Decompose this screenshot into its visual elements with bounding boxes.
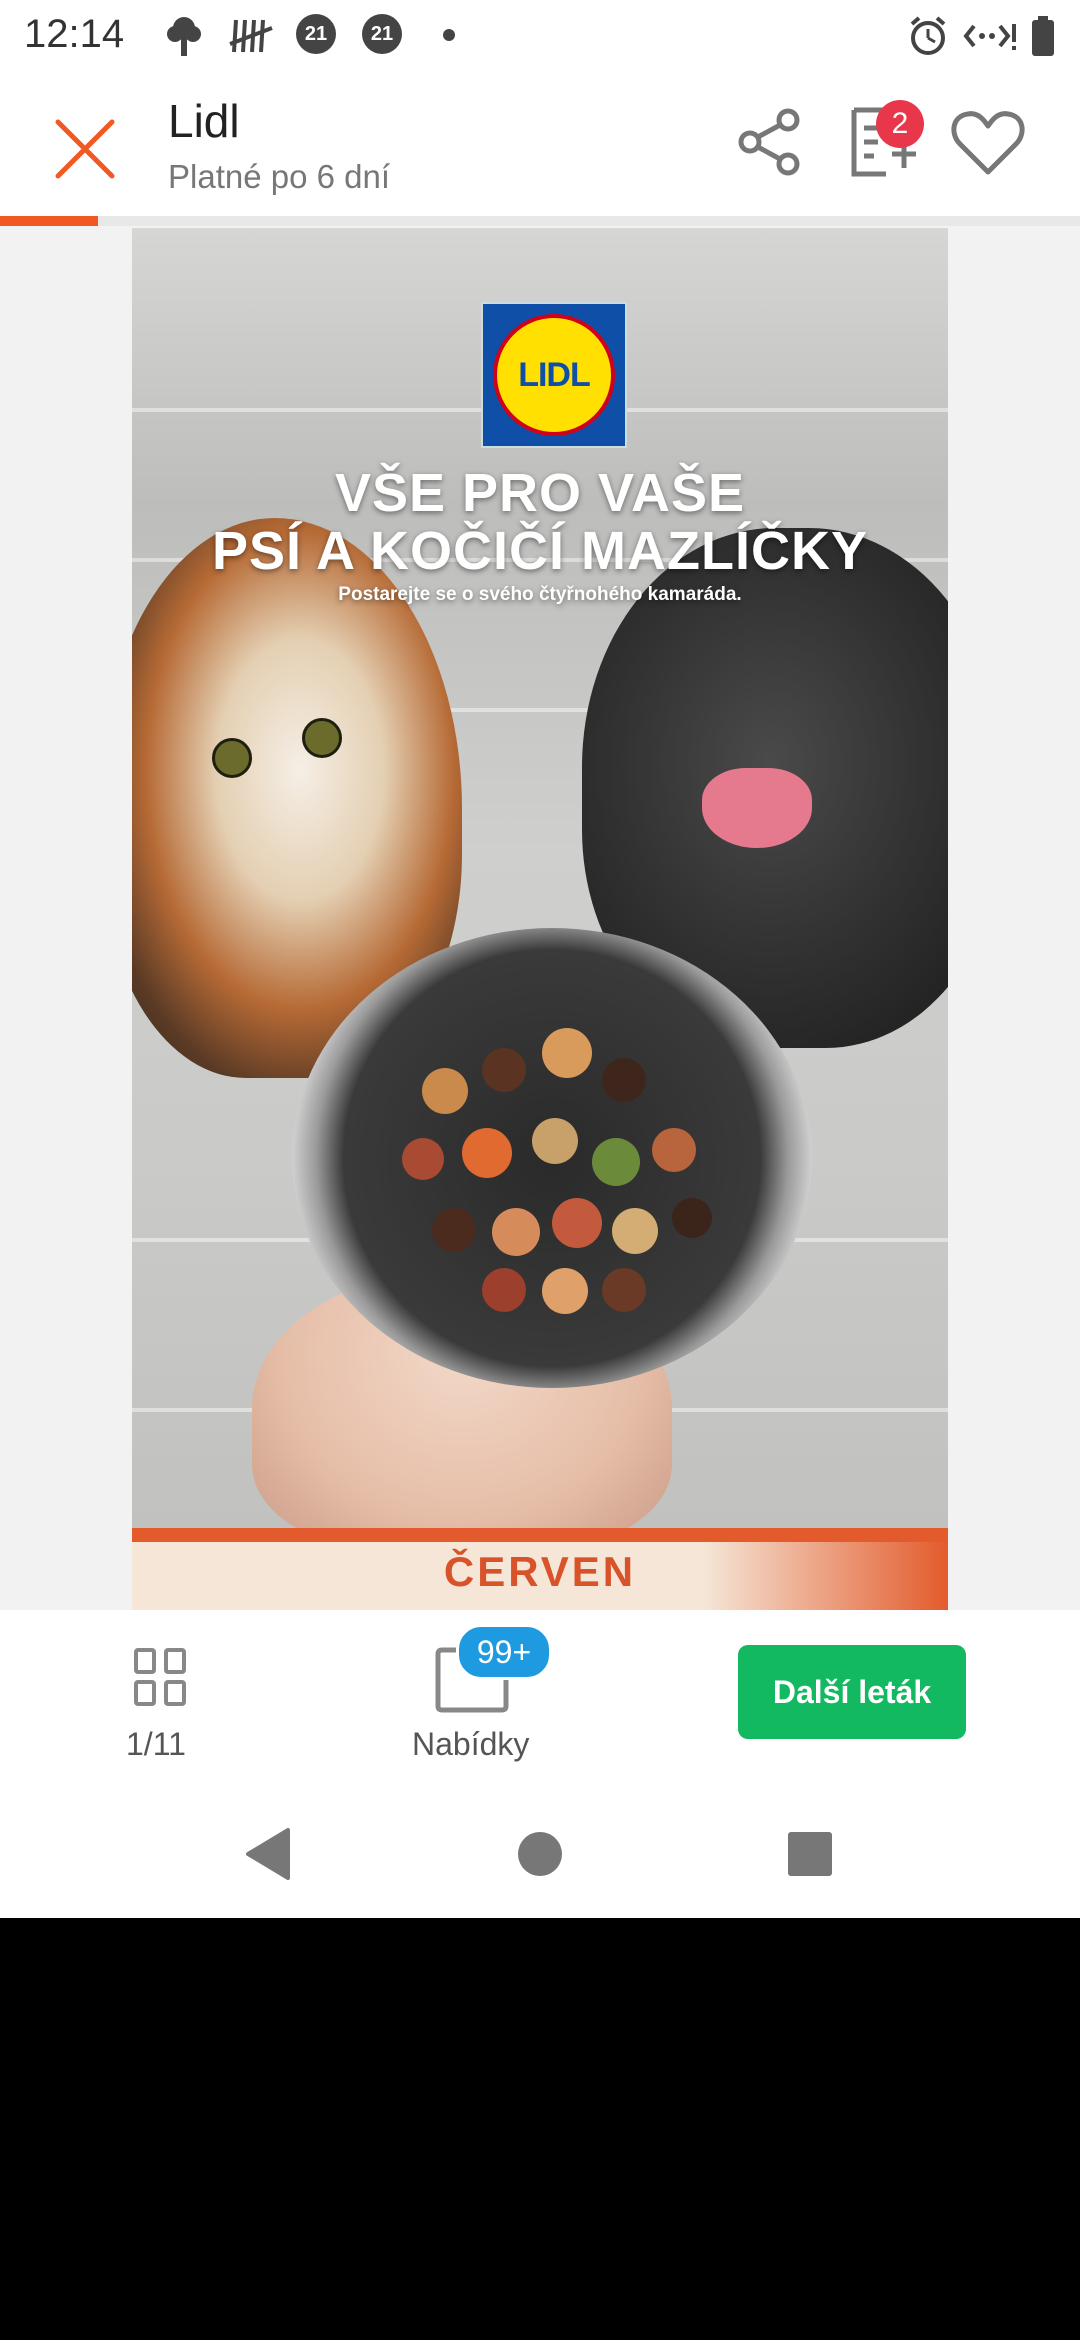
- page-progress-bar: [0, 216, 1080, 226]
- lidl-logo-text: LIDL: [518, 355, 591, 394]
- close-icon: [55, 119, 115, 179]
- lidl-logo: LIDL: [481, 302, 627, 448]
- calendar-21-icon: 21: [362, 14, 402, 58]
- flyer-headline-line2: PSÍ A KOČIČÍ MAZLÍČKY: [211, 521, 868, 581]
- kibble: [482, 1268, 526, 1312]
- kibble: [602, 1268, 646, 1312]
- pages-grid-button[interactable]: [120, 1638, 200, 1718]
- kibble: [422, 1068, 468, 1114]
- food-bowl-image: [292, 928, 812, 1388]
- kibble: [462, 1128, 512, 1178]
- nav-home-button[interactable]: [510, 1824, 570, 1884]
- home-circle-icon: [518, 1832, 562, 1876]
- kibble: [652, 1128, 696, 1172]
- nav-recents-button[interactable]: [780, 1824, 840, 1884]
- back-triangle-icon: [246, 1828, 290, 1880]
- kibble: [482, 1048, 526, 1092]
- kibble: [592, 1138, 640, 1186]
- cat-eye: [212, 738, 252, 778]
- kibble: [402, 1138, 444, 1180]
- battery-icon: [1030, 14, 1056, 58]
- dog-tongue: [702, 768, 812, 848]
- favorite-button[interactable]: [948, 102, 1028, 182]
- status-bar: 12:14 21 21: [0, 0, 1080, 72]
- flyer-headline-line1: VŠE PRO VAŠE: [334, 463, 746, 523]
- alarm-icon: [906, 14, 950, 58]
- kibble: [542, 1028, 592, 1078]
- app-screen: 12:14 21 21 Lidl Platné po 6 dní 2 LIDL …: [0, 0, 1080, 1918]
- recents-square-icon: [788, 1832, 832, 1876]
- tally-notification-icon: [228, 14, 274, 58]
- android-nav-bar: [0, 1790, 1080, 1918]
- bottom-action-bar: 1/11 99+ Nabídky Další leták: [0, 1610, 1080, 1790]
- month-banner: ČERVEN: [132, 1528, 948, 1610]
- offers-count-badge: 99+: [456, 1624, 552, 1680]
- kibble: [602, 1058, 646, 1102]
- more-notifications-dot-icon: [442, 28, 456, 72]
- calendar-21-icon: 21: [296, 14, 336, 58]
- status-time: 12:14: [24, 12, 125, 56]
- kibble: [612, 1208, 658, 1254]
- share-button[interactable]: [730, 102, 810, 182]
- tree-notification-icon: [164, 14, 204, 58]
- close-button[interactable]: [50, 114, 120, 184]
- next-flyer-button[interactable]: Další leták: [738, 1645, 966, 1739]
- share-icon: [738, 108, 800, 176]
- kibble: [432, 1208, 476, 1252]
- page-title: Lidl: [168, 95, 240, 147]
- kibble: [552, 1198, 602, 1248]
- month-label: ČERVEN: [443, 1548, 637, 1595]
- kibble: [542, 1268, 588, 1314]
- shopping-list-count-badge: 2: [876, 100, 924, 148]
- flyer-viewer[interactable]: LIDL VŠE PRO VAŠE PSÍ A KOČIČÍ MAZLÍČKY …: [0, 226, 1080, 1610]
- validity-subtitle: Platné po 6 dní: [168, 158, 391, 195]
- offers-label: Nabídky: [412, 1726, 530, 1762]
- nav-back-button[interactable]: [238, 1824, 298, 1884]
- kibble: [532, 1118, 578, 1164]
- flyer-page[interactable]: LIDL VŠE PRO VAŠE PSÍ A KOČIČÍ MAZLÍČKY …: [132, 228, 948, 1610]
- favorite-heart-icon: [951, 111, 1025, 175]
- page-counter: 1/11: [126, 1726, 186, 1762]
- app-header: Lidl Platné po 6 dní 2: [0, 72, 1080, 216]
- grid-icon: [134, 1648, 186, 1706]
- cat-eye: [302, 718, 342, 758]
- page-progress-fill: [0, 216, 99, 226]
- flyer-tagline: Postarejte se o svého čtyřnohého kamarád…: [338, 584, 742, 605]
- kibble: [672, 1198, 712, 1238]
- kibble: [492, 1208, 540, 1256]
- data-saver-icon: [962, 14, 1018, 58]
